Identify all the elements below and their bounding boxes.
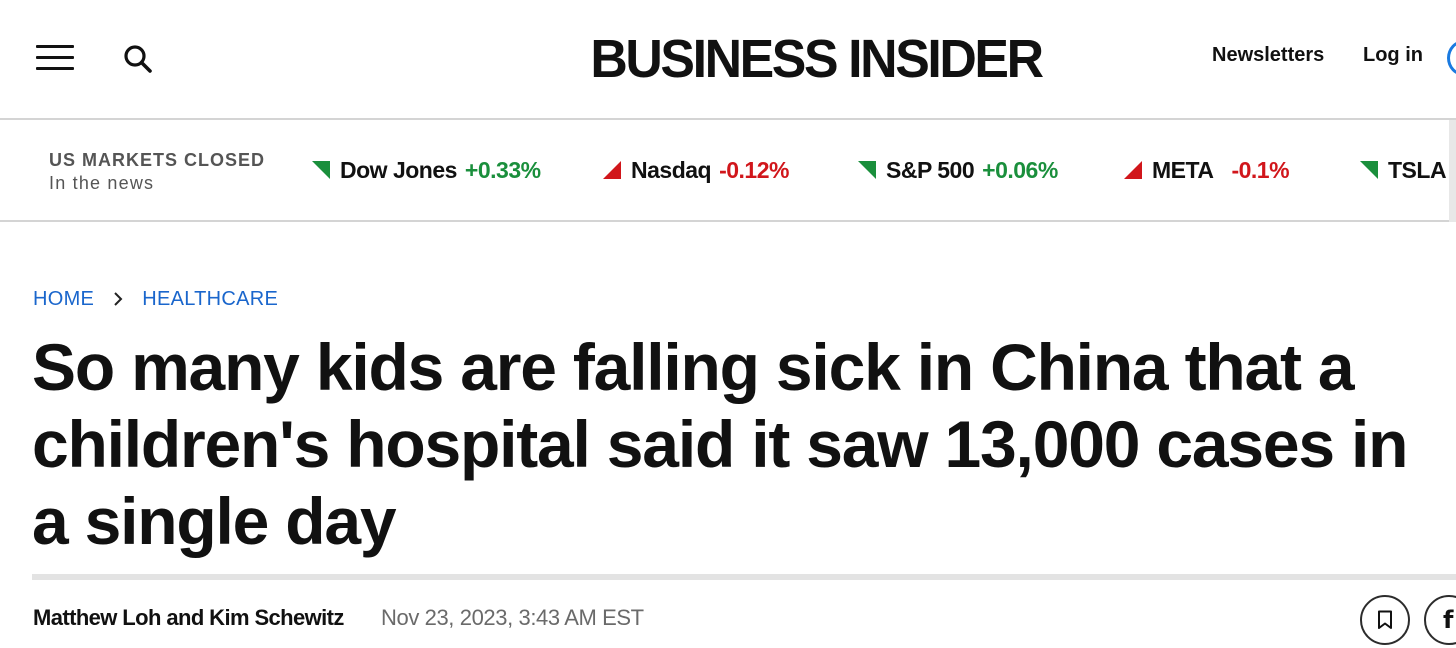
facebook-icon: f [1443, 606, 1454, 634]
arrow-up-icon [312, 161, 330, 179]
breadcrumb-healthcare[interactable]: HEALTHCARE [142, 288, 278, 311]
ticker-name: Dow Jones [340, 156, 457, 183]
ticker-name: S&P 500 [886, 156, 975, 183]
arrow-up-icon [858, 161, 876, 179]
article-authors[interactable]: Matthew Loh and Kim Schewitz [33, 605, 344, 631]
newsletters-link[interactable]: Newsletters [1212, 44, 1324, 67]
ticker-tsla[interactable]: TSLA [1360, 156, 1447, 184]
ticker-change: -0.12% [719, 156, 789, 183]
article-page: BUSINESS INSIDER Newsletters Log in US M… [0, 0, 1456, 648]
ticker-change: -0.1% [1231, 156, 1290, 183]
facebook-share-button[interactable]: f [1424, 595, 1456, 645]
site-header: BUSINESS INSIDER Newsletters Log in [0, 0, 1456, 120]
bookmark-icon [1378, 610, 1392, 629]
user-avatar-icon[interactable] [1447, 40, 1456, 76]
site-logo[interactable]: BUSINESS INSIDER [570, 28, 1062, 90]
login-link[interactable]: Log in [1363, 44, 1423, 67]
ticker-change: +0.06% [982, 156, 1058, 183]
market-subtitle: In the news [49, 173, 155, 193]
ticker-scroll-edge[interactable] [1449, 120, 1456, 222]
breadcrumb-home[interactable]: HOME [33, 288, 94, 311]
arrow-down-icon [603, 161, 621, 179]
arrow-down-icon [1124, 161, 1142, 179]
ticker-nasdaq[interactable]: Nasdaq -0.12% [603, 156, 789, 184]
chevron-right-icon [114, 292, 123, 306]
bookmark-button[interactable] [1360, 595, 1410, 645]
ticker-change: +0.33% [464, 156, 541, 183]
arrow-up-icon [1360, 161, 1378, 179]
market-status: US MARKETS CLOSED [49, 150, 266, 170]
search-icon[interactable] [122, 43, 154, 75]
ticker-meta[interactable]: META -0.1% [1124, 156, 1290, 184]
hamburger-menu-icon[interactable] [36, 45, 74, 71]
ticker-dow-jones[interactable]: Dow Jones +0.33% [312, 156, 541, 184]
headline-divider [32, 574, 1456, 580]
ticker-name: TSLA [1388, 156, 1447, 183]
article-headline: So many kids are falling sick in China t… [32, 330, 1408, 558]
ticker-sp500[interactable]: S&P 500 +0.06% [858, 156, 1058, 184]
article-date: Nov 23, 2023, 3:43 AM EST [381, 605, 644, 630]
breadcrumb: HOME HEALTHCARE [33, 286, 278, 312]
ticker-name: META [1152, 156, 1214, 183]
ticker-name: Nasdaq [631, 156, 712, 183]
